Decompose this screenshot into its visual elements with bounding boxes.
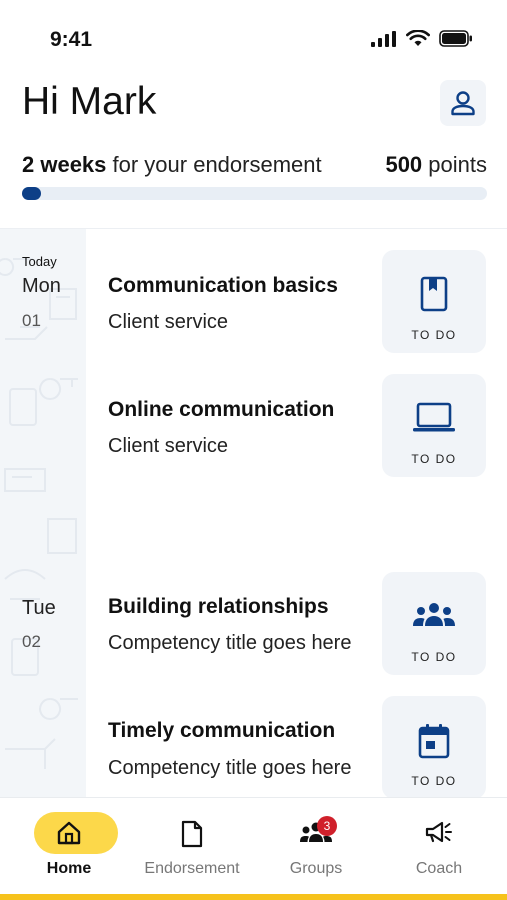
nav-label-groups: Groups <box>289 860 343 877</box>
battery-icon <box>439 30 472 47</box>
status-label: TO DO <box>411 774 457 788</box>
status-bar: 9:41 <box>0 0 507 70</box>
group-icon <box>413 603 455 626</box>
points-summary: 500 points <box>385 152 487 178</box>
document-icon <box>181 820 203 848</box>
calendar-icon <box>418 724 450 759</box>
user-icon <box>451 91 475 116</box>
home-icon <box>57 821 81 845</box>
points-value: 500 <box>385 152 423 177</box>
weeks-caption: for your endorsement <box>106 152 322 177</box>
status-icons <box>371 30 473 47</box>
nav-label-home: Home <box>46 860 92 877</box>
bottom-navigation: Home Endorsement 3 Groups Coach <box>0 797 507 894</box>
lesson-title[interactable]: Timely communication <box>108 719 335 743</box>
laptop-icon <box>413 402 455 432</box>
lesson-status-card[interactable]: TO DO <box>382 696 486 799</box>
status-label: TO DO <box>411 650 457 664</box>
nav-item-coach[interactable]: Coach <box>377 798 501 895</box>
status-label: TO DO <box>411 452 457 466</box>
notification-badge: 3 <box>317 816 337 836</box>
endorsement-countdown: 2 weeks for your endorsement <box>22 152 322 178</box>
lesson-subtitle: Competency title goes here <box>108 757 352 779</box>
lesson-subtitle: Competency title goes here <box>108 632 352 654</box>
status-time: 9:41 <box>50 28 93 51</box>
lesson-subtitle: Client service <box>108 435 229 457</box>
nav-item-home[interactable]: Home <box>7 798 131 895</box>
weeks-value: 2 weeks <box>22 152 107 177</box>
progress-bar <box>22 187 487 200</box>
profile-button[interactable] <box>440 80 486 126</box>
lesson-subtitle: Client service <box>108 311 229 333</box>
nav-label-coach: Coach <box>415 860 463 877</box>
day-number: 02 <box>22 632 41 651</box>
background-pattern <box>0 258 78 769</box>
lesson-title[interactable]: Building relationships <box>108 595 329 619</box>
lesson-status-card[interactable]: TO DO <box>382 250 486 353</box>
day-name: Tue <box>22 597 56 619</box>
progress-summary: 2 weeks for your endorsement 500 points <box>22 152 487 182</box>
day-name: Mon <box>22 275 61 297</box>
lesson-title[interactable]: Communication basics <box>108 274 338 298</box>
day-column: Today Mon 01 Tue 02 <box>0 229 86 799</box>
day-tag-today: Today <box>22 254 57 269</box>
status-label: TO DO <box>411 328 457 342</box>
cellular-signal-icon <box>371 30 396 47</box>
nav-label-endorsement: Endorsement <box>144 860 240 877</box>
wifi-icon <box>406 30 430 46</box>
book-icon <box>420 276 448 312</box>
day-number: 01 <box>22 311 41 330</box>
lesson-status-card[interactable]: TO DO <box>382 572 486 675</box>
lesson-status-card[interactable]: TO DO <box>382 374 486 477</box>
nav-item-groups[interactable]: 3 Groups <box>254 798 378 895</box>
bottom-accent-strip <box>0 894 507 900</box>
points-caption: points <box>422 152 487 177</box>
megaphone-icon <box>425 821 452 843</box>
lesson-title[interactable]: Online communication <box>108 398 334 422</box>
greeting-title: Hi Mark <box>22 80 157 123</box>
progress-bar-fill <box>22 187 41 200</box>
nav-item-endorsement[interactable]: Endorsement <box>130 798 254 895</box>
